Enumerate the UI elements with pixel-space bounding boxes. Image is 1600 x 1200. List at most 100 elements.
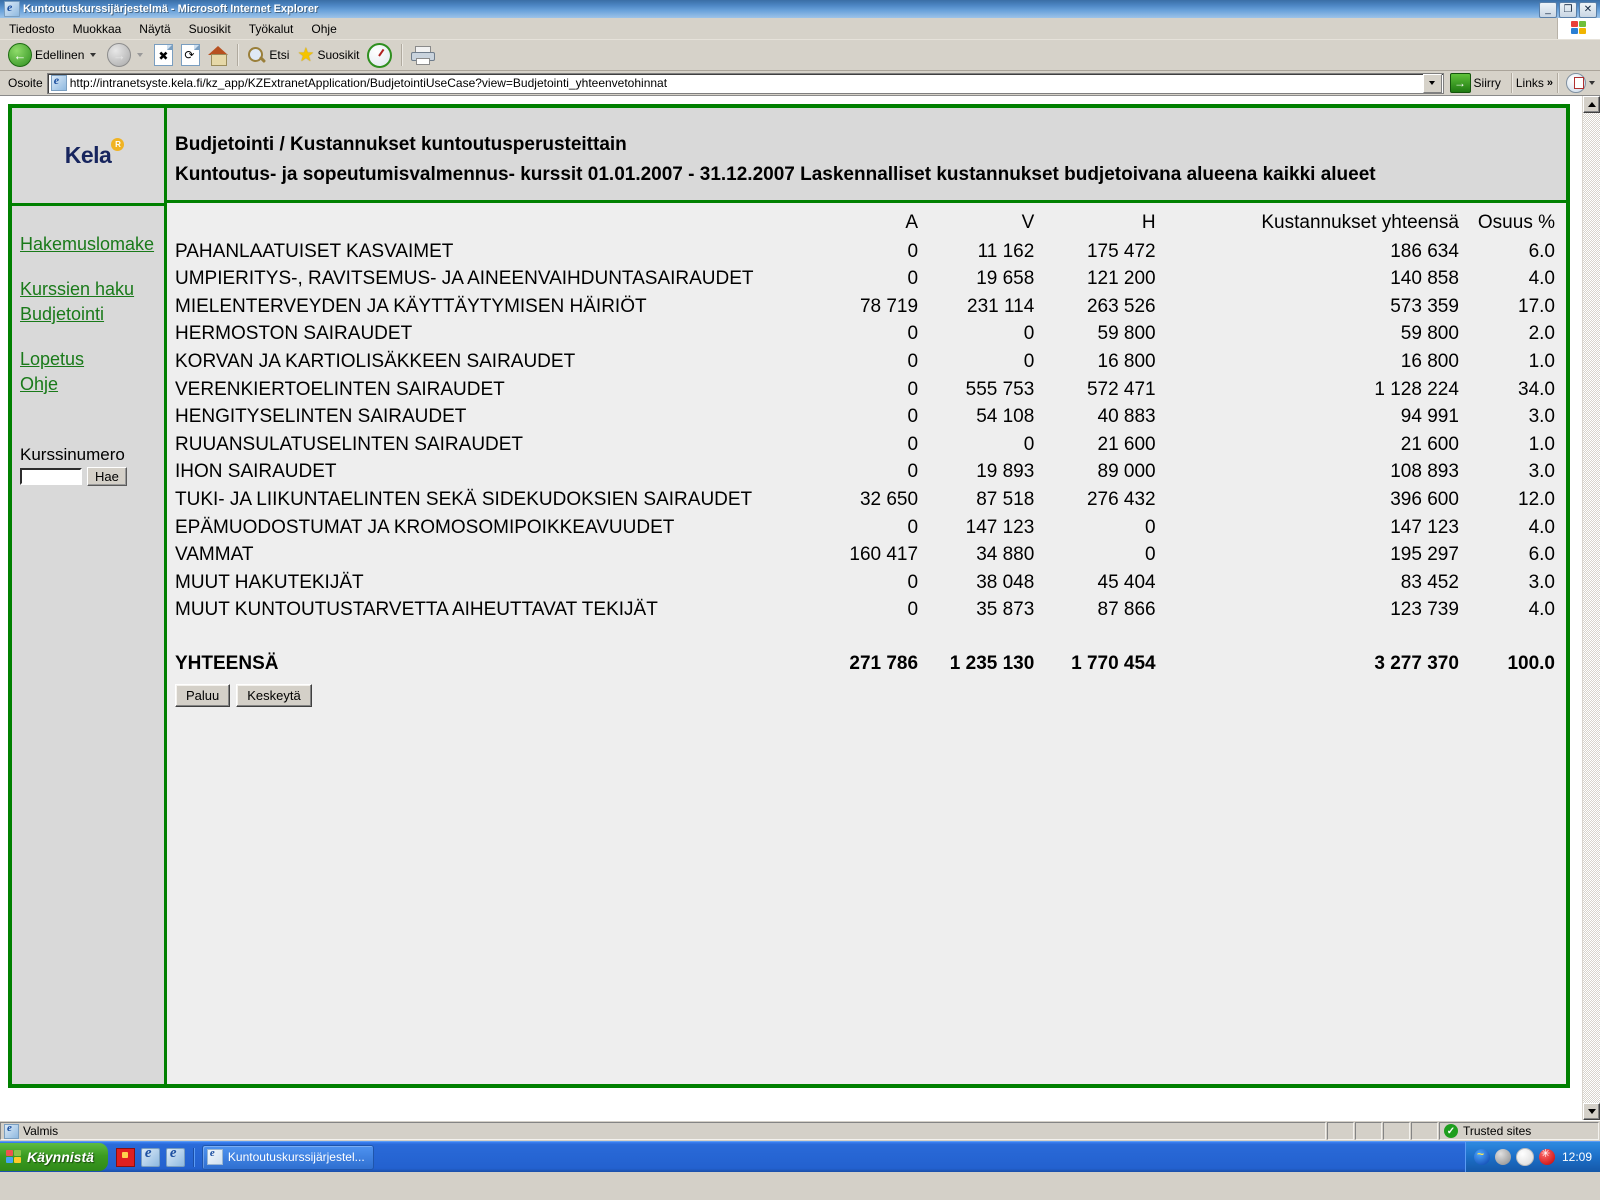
address-input[interactable]: http://intranetsyste.kela.fi/kz_app/KZEx… bbox=[70, 76, 1423, 90]
table-row: EPÄMUODOSTUMAT JA KROMOSOMIPOIKKEAVUUDET… bbox=[175, 514, 1555, 542]
cell-h: 59 800 bbox=[1097, 323, 1156, 345]
cell-total: 59 800 bbox=[1400, 323, 1459, 345]
cell-pct: 6.0 bbox=[1528, 544, 1555, 566]
system-tray: 12:09 bbox=[1464, 1142, 1600, 1172]
cell-total: 396 600 bbox=[1390, 488, 1459, 510]
sidebar-item-hakemuslomake[interactable]: Hakemuslomake bbox=[20, 232, 164, 257]
tray-antivirus-icon[interactable] bbox=[1538, 1147, 1555, 1165]
pdf-toolbar-icon[interactable] bbox=[1566, 73, 1586, 93]
tray-network-icon[interactable] bbox=[1473, 1147, 1490, 1165]
menu-item-muokkaa[interactable]: Muokkaa bbox=[64, 20, 131, 38]
chevron-down-icon[interactable] bbox=[90, 53, 97, 57]
table-row: MUUT KUNTOUTUSTARVETTA AIHEUTTAVAT TEKIJ… bbox=[175, 596, 1555, 624]
search-button[interactable]: Etsi bbox=[243, 44, 293, 67]
course-number-row: Hae bbox=[20, 467, 164, 486]
col-header-a: A bbox=[905, 212, 919, 233]
cell-pct: 3.0 bbox=[1528, 406, 1555, 428]
course-search-button[interactable]: Hae bbox=[87, 467, 127, 486]
cell-h: 0 bbox=[1145, 544, 1156, 566]
registered-mark-icon: R bbox=[111, 138, 125, 151]
sidebar-item-budjetointi[interactable]: Budjetointi bbox=[20, 302, 164, 327]
quick-launch-bar bbox=[114, 1145, 194, 1167]
chevron-down-icon-pdf[interactable] bbox=[1589, 81, 1595, 85]
status-cell-4 bbox=[1411, 1122, 1438, 1140]
stop-icon: ✖ bbox=[154, 44, 174, 66]
report-header: Budjetointi / Kustannukset kuntoutusperu… bbox=[167, 108, 1566, 203]
links-label[interactable]: Links bbox=[1516, 76, 1544, 90]
triangle-up-icon bbox=[1587, 102, 1596, 107]
col-header-h: H bbox=[1141, 212, 1156, 233]
menu-item-suosikit[interactable]: Suosikit bbox=[180, 20, 240, 38]
vertical-scrollbar[interactable] bbox=[1582, 96, 1600, 1120]
quick-launch-ie2-icon[interactable] bbox=[165, 1145, 185, 1167]
minimize-button[interactable]: _ bbox=[1539, 2, 1557, 18]
sidebar-item-kurssien-haku[interactable]: Kurssien haku bbox=[20, 277, 164, 302]
cell-total: 108 893 bbox=[1390, 461, 1459, 483]
taskbar-window-label: Kuntoutuskurssijärjestel... bbox=[227, 1150, 365, 1164]
menu-bar: Tiedosto Muokkaa Näytä Suosikit Työkalut… bbox=[0, 18, 1600, 40]
menu-item-tiedosto[interactable]: Tiedosto bbox=[0, 20, 64, 38]
forward-button[interactable]: → bbox=[103, 41, 150, 69]
address-dropdown-button[interactable] bbox=[1422, 73, 1442, 93]
keskeyta-button[interactable]: Keskeytä bbox=[236, 683, 312, 707]
quick-launch-app-icon[interactable] bbox=[115, 1147, 135, 1167]
go-button[interactable]: → Siirry bbox=[1444, 73, 1507, 93]
cell-total: 1 128 224 bbox=[1374, 378, 1459, 400]
table-row: TUKI- JA LIIKUNTAELINTEN SEKÄ SIDEKUDOKS… bbox=[175, 486, 1555, 514]
menu-item-tyokalut[interactable]: Työkalut bbox=[240, 20, 303, 38]
menu-item-nayta[interactable]: Näytä bbox=[130, 20, 179, 38]
printer-icon bbox=[411, 46, 436, 65]
back-button[interactable]: ← Edellinen bbox=[4, 41, 103, 69]
cell-h: 121 200 bbox=[1086, 268, 1156, 290]
table-row: VAMMAT 160 417 34 880 0 195 297 6.0 bbox=[175, 541, 1555, 569]
cell-pct: 34.0 bbox=[1518, 378, 1555, 400]
windows-start-flag-icon bbox=[6, 1150, 22, 1164]
home-button[interactable] bbox=[204, 44, 232, 66]
cell-v: 0 bbox=[1023, 323, 1035, 345]
cell-name: HENGITYSELINTEN SAIRAUDET bbox=[175, 406, 467, 428]
course-number-input[interactable] bbox=[20, 468, 82, 485]
start-button[interactable]: Käynnistä bbox=[0, 1143, 108, 1171]
tray-volume-icon[interactable] bbox=[1494, 1149, 1511, 1165]
address-input-wrapper[interactable]: http://intranetsyste.kela.fi/kz_app/KZEx… bbox=[46, 72, 1444, 94]
main-content: Budjetointi / Kustannukset kuntoutusperu… bbox=[167, 108, 1566, 1084]
window-title: Kuntoutuskurssijärjestelmä - Microsoft I… bbox=[23, 3, 319, 15]
kela-logo-text: Kela bbox=[64, 142, 112, 168]
cell-h: 45 404 bbox=[1097, 571, 1156, 593]
favorites-button[interactable]: ★ Suosikit bbox=[293, 44, 363, 67]
report-table-wrapper: A V H Kustannukset yhteensä Osuus % PAHA… bbox=[167, 203, 1566, 678]
links-overflow-icon[interactable]: » bbox=[1544, 77, 1553, 89]
table-head: A V H Kustannukset yhteensä Osuus % bbox=[175, 209, 1555, 238]
history-button[interactable] bbox=[363, 41, 396, 70]
browser-canvas: Kela R Hakemuslomake Kurssien haku Budje… bbox=[0, 96, 1600, 1120]
cell-a: 0 bbox=[907, 350, 919, 372]
windows-logo-button[interactable] bbox=[1557, 18, 1600, 39]
col-header-total: Kustannukset yhteensä bbox=[1261, 212, 1459, 233]
browser-toolbar: ← Edellinen → ✖ ⟳ Etsi ★ Suosikit bbox=[0, 40, 1600, 71]
maximize-button[interactable]: ❐ bbox=[1559, 2, 1577, 18]
quick-launch-ie-icon[interactable] bbox=[140, 1145, 160, 1167]
cell-a: 0 bbox=[907, 240, 919, 262]
cell-total: 140 858 bbox=[1390, 268, 1459, 290]
paluu-button[interactable]: Paluu bbox=[175, 683, 231, 707]
menu-item-ohje[interactable]: Ohje bbox=[302, 20, 345, 38]
sidebar-item-ohje[interactable]: Ohje bbox=[20, 372, 164, 397]
cell-h: 572 471 bbox=[1086, 378, 1156, 400]
print-button[interactable] bbox=[407, 44, 437, 66]
tray-clock[interactable]: 12:09 bbox=[1560, 1150, 1592, 1164]
report-title-line1: Budjetointi / Kustannukset kuntoutusperu… bbox=[175, 134, 627, 155]
search-icon bbox=[247, 46, 266, 65]
cell-total: 16 800 bbox=[1400, 350, 1459, 372]
tray-mouse-icon[interactable] bbox=[1515, 1148, 1534, 1166]
security-zone-cell[interactable]: ✓ Trusted sites bbox=[1439, 1122, 1599, 1140]
cell-pct: 1.0 bbox=[1528, 350, 1555, 372]
taskbar-window-button[interactable]: Kuntoutuskurssijärjestel... bbox=[201, 1144, 374, 1170]
scroll-down-button[interactable] bbox=[1583, 1103, 1600, 1120]
close-button[interactable]: ✕ bbox=[1579, 2, 1597, 18]
stop-button[interactable]: ✖ bbox=[150, 42, 177, 68]
scroll-up-button[interactable] bbox=[1583, 96, 1600, 113]
refresh-button[interactable]: ⟳ bbox=[177, 42, 204, 68]
cell-total: 147 123 bbox=[1390, 516, 1459, 538]
sidebar-item-lopetus[interactable]: Lopetus bbox=[20, 347, 164, 372]
chevron-down-icon-forward[interactable] bbox=[137, 53, 144, 57]
